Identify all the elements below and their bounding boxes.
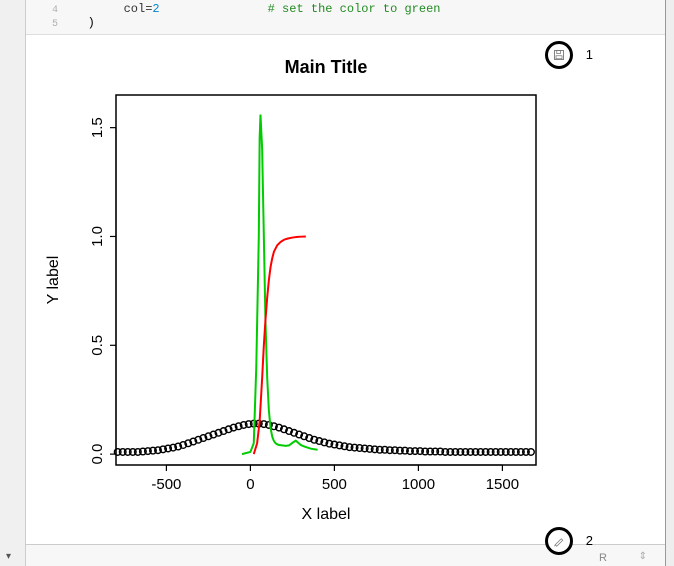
collapse-arrow-icon[interactable]: ▾ — [6, 551, 11, 562]
edit-plot-button[interactable] — [545, 527, 573, 555]
vertical-scrollbar[interactable] — [666, 0, 674, 566]
svg-text:1.0: 1.0 — [89, 226, 106, 247]
plot-svg: Main Title -500 0 500 1000 1500 0.0 0.5 1.0 1.5 X … — [26, 35, 646, 545]
svg-text:500: 500 — [322, 476, 347, 493]
plot-index-label: 2 — [586, 533, 593, 548]
line-number: 5 — [26, 19, 66, 30]
left-gutter: ▾ — [0, 0, 26, 566]
code-content[interactable]: col=2 # set the color to green — [66, 2, 440, 16]
language-indicator: R — [599, 552, 607, 564]
svg-text:1500: 1500 — [486, 476, 519, 493]
line-number: 4 — [26, 5, 66, 16]
svg-text:0.5: 0.5 — [89, 335, 106, 356]
svg-text:X label: X label — [302, 506, 351, 523]
footer-bar: 2 R ⇕ — [26, 544, 665, 566]
code-content[interactable]: ) — [66, 16, 95, 30]
svg-text:Main Title: Main Title — [285, 57, 368, 77]
svg-text:1.5: 1.5 — [89, 117, 106, 138]
resize-handle-icon[interactable]: ⇕ — [639, 551, 647, 562]
svg-text:Y label: Y label — [45, 256, 62, 305]
code-line: 4 col=2 # set the color to green — [26, 2, 665, 16]
code-line: 5 ) — [26, 16, 665, 30]
app-root: ▾ 4 col=2 # set the color to green 5 ) 1… — [0, 0, 674, 566]
svg-text:0: 0 — [246, 476, 254, 493]
main-panel: 4 col=2 # set the color to green 5 ) 1 M… — [26, 0, 666, 566]
pencil-icon — [553, 535, 565, 547]
svg-text:0.0: 0.0 — [89, 444, 106, 465]
svg-text:1000: 1000 — [402, 476, 435, 493]
code-block: 4 col=2 # set the color to green 5 ) — [26, 0, 665, 35]
plot-output: 1 Main Title-5000500100015000.00.51.01.5… — [26, 35, 665, 544]
svg-text:-500: -500 — [151, 476, 181, 493]
